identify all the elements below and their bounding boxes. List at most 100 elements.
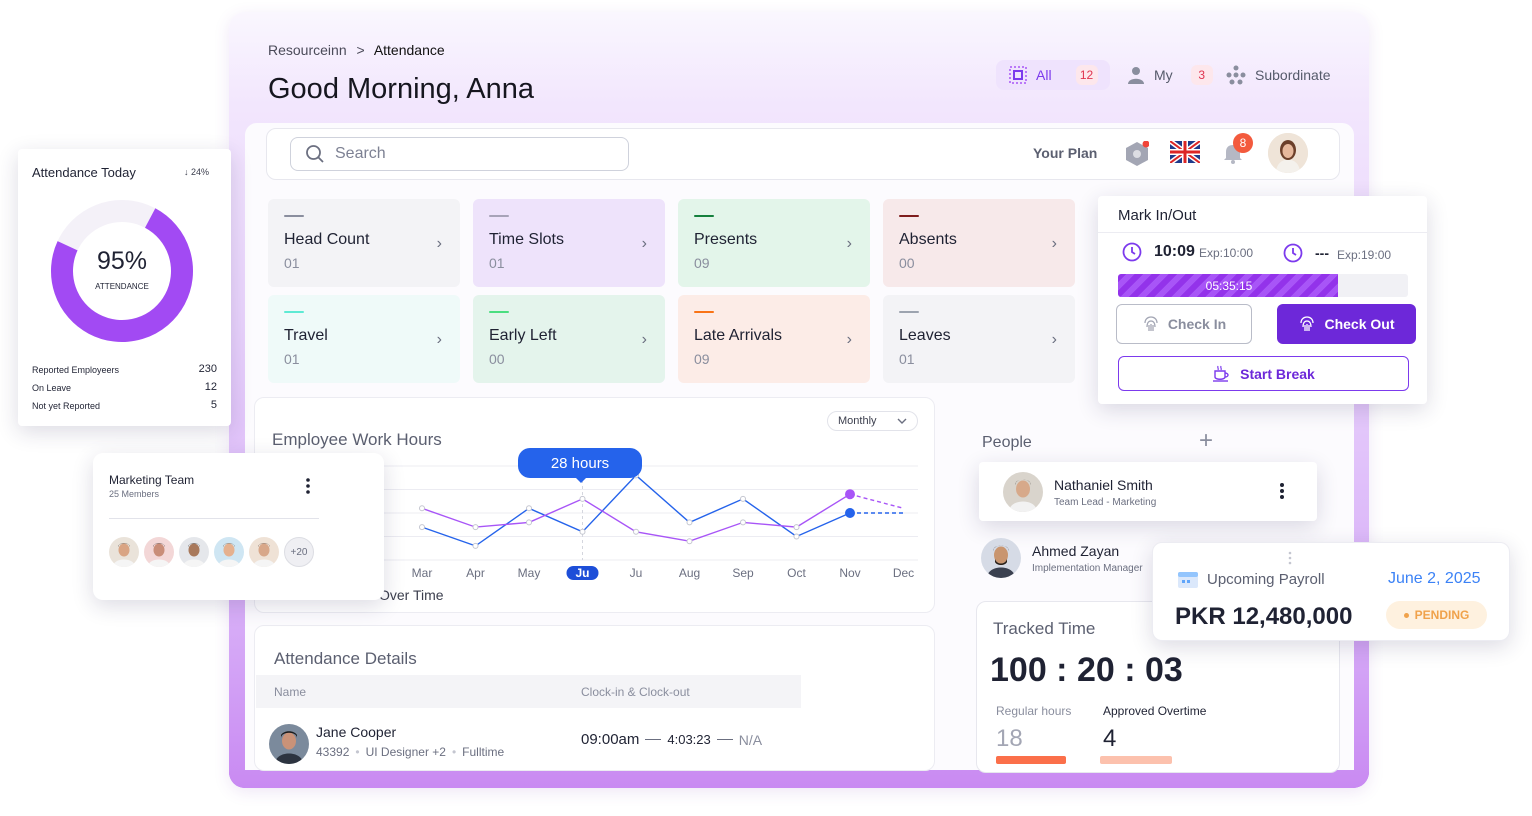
- stat-title: Late Arrivals: [694, 327, 783, 344]
- breadcrumb-current: Attendance: [373, 42, 445, 58]
- chevron-right-icon[interactable]: ›: [437, 235, 442, 253]
- stat-value: 00: [899, 255, 915, 271]
- data-point[interactable]: [793, 524, 800, 531]
- chevron-right-icon[interactable]: ›: [847, 331, 852, 349]
- fingerprint-icon: [1300, 316, 1315, 332]
- search-input[interactable]: Search: [290, 137, 629, 171]
- stat-title: Presents: [694, 231, 758, 248]
- row-extra: N/A: [738, 731, 763, 748]
- settings-hex-icon[interactable]: [1125, 140, 1150, 172]
- stat-card[interactable]: Early Left 00 ›: [473, 295, 665, 383]
- person-role-ahmed: Implementation Manager: [1032, 563, 1143, 574]
- x-tick-label: Aug: [679, 566, 700, 580]
- check-out-button[interactable]: Check Out: [1277, 304, 1416, 344]
- tracked-time-value: 100 : 20 : 03: [990, 651, 1183, 689]
- start-break-button[interactable]: Start Break: [1118, 356, 1409, 391]
- your-plan-link[interactable]: Your Plan: [1033, 145, 1097, 161]
- attendance-details-title: Attendance Details: [274, 649, 417, 668]
- tracked-time-title: Tracked Time: [993, 619, 1096, 638]
- uk-flag-icon[interactable]: [1168, 138, 1202, 168]
- team-title: Marketing Team: [109, 473, 195, 487]
- stat-card[interactable]: Time Slots 01 ›: [473, 199, 665, 287]
- period-dropdown[interactable]: Monthly: [827, 411, 918, 431]
- data-point[interactable]: [419, 505, 425, 512]
- stat-accent-bar: [489, 215, 509, 217]
- breadcrumb-root[interactable]: Resourceinn: [268, 42, 347, 58]
- chart-legend-overtime: Over Time: [379, 587, 444, 603]
- marketing-team-card[interactable]: Marketing Team 25 Members +20: [93, 453, 384, 600]
- chevron-right-icon[interactable]: ›: [847, 235, 852, 253]
- person-card-nathaniel[interactable]: Nathaniel Smith Team Lead - Marketing: [979, 462, 1317, 521]
- stat-accent-bar: [899, 311, 919, 313]
- data-point[interactable]: [845, 508, 855, 518]
- stat-card[interactable]: Late Arrivals 09 ›: [678, 295, 870, 383]
- stat-title: Leaves: [899, 327, 951, 344]
- upcoming-payroll-card[interactable]: Upcoming Payroll June 2, 2025 PKR 12,480…: [1152, 542, 1510, 641]
- team-member-avatar[interactable]: [144, 537, 174, 567]
- team-member-avatar[interactable]: [214, 537, 244, 567]
- data-point[interactable]: [579, 495, 586, 502]
- data-point[interactable]: [633, 528, 639, 535]
- row-meta: 43392 • UI Designer +2 • Fulltime: [316, 745, 505, 759]
- in-expected: Exp:10:00: [1199, 246, 1254, 260]
- subordinate-icon: [1226, 65, 1246, 85]
- chevron-right-icon[interactable]: ›: [1052, 331, 1057, 349]
- chevron-right-icon[interactable]: ›: [1052, 235, 1057, 253]
- person-role: Team Lead - Marketing: [1054, 497, 1157, 508]
- out-expected: Exp:19:00: [1337, 248, 1392, 262]
- stat-title: Head Count: [284, 231, 370, 248]
- stat-card[interactable]: Presents 09 ›: [678, 199, 870, 287]
- data-point[interactable]: [472, 542, 479, 549]
- stat-card[interactable]: Absents 00 ›: [883, 199, 1075, 287]
- people-title: People: [982, 434, 1032, 451]
- filter-my-label: My: [1154, 67, 1173, 83]
- data-point[interactable]: [845, 489, 855, 500]
- data-point[interactable]: [526, 519, 532, 526]
- data-point[interactable]: [526, 505, 532, 512]
- divider: [109, 518, 319, 519]
- data-point[interactable]: [419, 524, 425, 531]
- stat-accent-bar: [284, 311, 304, 313]
- team-member-avatar[interactable]: [179, 537, 209, 567]
- team-member-avatar[interactable]: [109, 537, 139, 567]
- attendance-caption: ATTENDANCE: [95, 282, 149, 291]
- user-avatar[interactable]: [1268, 133, 1308, 173]
- add-person-icon[interactable]: +: [1199, 429, 1213, 453]
- series-line: [421, 474, 851, 547]
- x-tick-label: Dec: [893, 566, 914, 580]
- data-point[interactable]: [740, 495, 746, 502]
- filter-my[interactable]: My 3: [1126, 60, 1213, 90]
- chevron-right-icon[interactable]: ›: [437, 331, 442, 349]
- start-break-label: Start Break: [1240, 365, 1315, 382]
- stat-card[interactable]: Head Count 01 ›: [268, 199, 460, 287]
- stat-card[interactable]: Leaves 01 ›: [883, 295, 1075, 383]
- filter-subordinate-label: Subordinate: [1255, 67, 1331, 83]
- filter-subordinate[interactable]: Subordinate: [1225, 60, 1331, 90]
- row-avatar: [269, 724, 309, 764]
- stat-card[interactable]: Travel 01 ›: [268, 295, 460, 383]
- data-point[interactable]: [686, 519, 693, 526]
- check-in-button[interactable]: Check In: [1116, 304, 1252, 344]
- team-more-count[interactable]: +20: [284, 537, 314, 567]
- data-point[interactable]: [686, 538, 693, 545]
- payroll-status-badge: PENDING: [1386, 601, 1487, 629]
- row-clock: 09:00am 4:03:23 N/A: [581, 731, 762, 748]
- chevron-right-icon[interactable]: ›: [642, 235, 647, 253]
- stat-value: 01: [899, 351, 915, 367]
- x-tick-label: Nov: [839, 566, 860, 580]
- stat-value: 01: [284, 255, 300, 271]
- data-point[interactable]: [579, 528, 586, 535]
- team-member-avatar[interactable]: [249, 537, 279, 567]
- data-point[interactable]: [740, 519, 746, 526]
- row-name: Jane Cooper: [316, 724, 397, 740]
- in-time: 10:09: [1154, 243, 1195, 260]
- more-vertical-icon[interactable]: [1279, 482, 1285, 505]
- drag-handle-icon[interactable]: [1288, 551, 1292, 570]
- filter-all[interactable]: All 12: [996, 60, 1110, 90]
- more-vertical-icon[interactable]: [305, 478, 311, 499]
- mark-in-out-card: Mark In/Out 10:09 Exp:10:00 --- Exp:19:0…: [1098, 196, 1427, 404]
- data-point[interactable]: [472, 524, 479, 531]
- regular-hours-bar: [996, 756, 1066, 764]
- data-point[interactable]: [793, 533, 800, 540]
- chevron-right-icon[interactable]: ›: [642, 331, 647, 349]
